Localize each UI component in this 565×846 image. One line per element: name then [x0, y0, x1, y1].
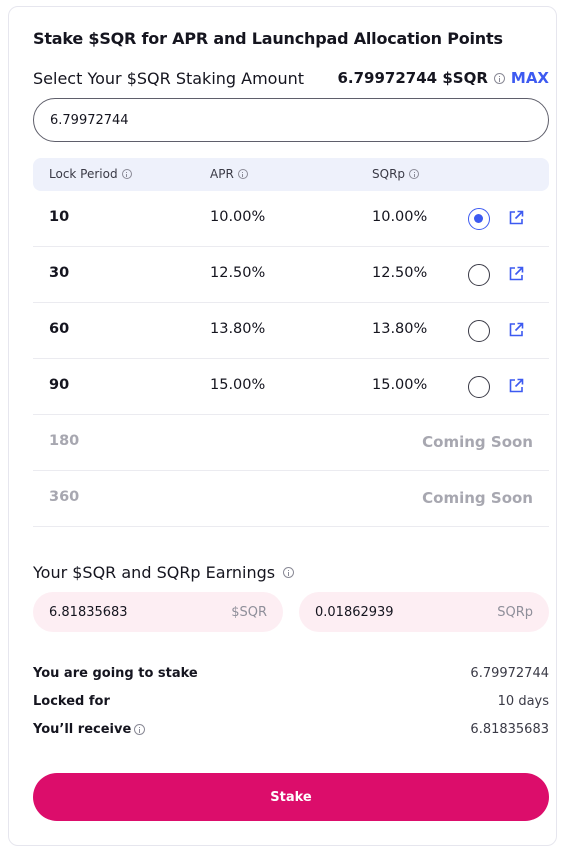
info-icon[interactable] [283, 567, 295, 578]
summary-stake-value: 6.79972744 [470, 666, 549, 681]
lock-period: 10 [49, 209, 70, 225]
lock-option-row-disabled: 360 Coming Soon [33, 471, 549, 527]
lock-option-row[interactable]: 10 10.00% 10.00% [33, 191, 549, 247]
info-icon[interactable] [409, 169, 420, 179]
external-link-icon[interactable] [508, 210, 524, 226]
lock-period: 360 [49, 489, 80, 505]
summary-locked-label: Locked for [33, 694, 110, 709]
earnings-title-text: Your $SQR and SQRp Earnings [33, 563, 276, 582]
lock-option-row[interactable]: 90 15.00% 15.00% [33, 359, 549, 415]
lock-radio-selected[interactable] [468, 208, 490, 230]
card-title: Stake $SQR for APR and Launchpad Allocat… [33, 29, 503, 48]
sqrp-earnings-box: 0.01862939 SQRp [299, 592, 549, 632]
summary-receive-row: You’ll receive 6.81835683 [33, 722, 549, 742]
lock-period: 180 [49, 433, 80, 449]
apr-value: 15.00% [210, 377, 266, 393]
lock-option-row[interactable]: 60 13.80% 13.80% [33, 303, 549, 359]
header-sqrp: SQRp [372, 167, 420, 181]
lock-table-header: Lock Period APR SQRp [33, 158, 549, 191]
sqrp-earnings-value: 0.01862939 [315, 604, 394, 620]
lock-radio[interactable] [468, 376, 490, 398]
lock-period: 90 [49, 377, 70, 393]
wallet-balance: 6.79972744 $SQR [337, 69, 488, 87]
sqrp-value: 10.00% [372, 209, 428, 225]
lock-option-row-disabled: 180 Coming Soon [33, 415, 549, 471]
summary-receive-value: 6.81835683 [470, 722, 549, 737]
lock-period: 30 [49, 265, 70, 281]
header-lock-period: Lock Period [49, 167, 132, 181]
sqrp-earnings-unit: SQRp [497, 604, 533, 620]
amount-header: Select Your $SQR Staking Amount 6.799727… [33, 69, 549, 91]
apr-value: 13.80% [210, 321, 266, 337]
header-label: SQRp [372, 167, 406, 181]
info-icon[interactable] [237, 169, 248, 179]
sqr-earnings-box: 6.81835683 $SQR [33, 592, 283, 632]
summary-locked-value: 10 days [497, 694, 549, 709]
info-icon[interactable] [134, 724, 146, 735]
apr-value: 12.50% [210, 265, 266, 281]
summary-locked-row: Locked for 10 days [33, 694, 549, 714]
header-label: APR [210, 167, 234, 181]
external-link-icon[interactable] [508, 322, 524, 338]
summary-receive-text: You’ll receive [33, 722, 132, 737]
sqrp-value: 12.50% [372, 265, 428, 281]
sqr-earnings-value: 6.81835683 [49, 604, 128, 620]
amount-label: Select Your $SQR Staking Amount [33, 69, 305, 88]
lock-radio[interactable] [468, 320, 490, 342]
balance-group: 6.79972744 $SQR MAX [337, 69, 549, 87]
coming-soon-label: Coming Soon [422, 433, 533, 451]
stake-amount-input[interactable] [33, 98, 549, 142]
summary-stake-row: You are going to stake 6.79972744 [33, 666, 549, 686]
max-button[interactable]: MAX [511, 69, 549, 87]
earnings-title: Your $SQR and SQRp Earnings [33, 563, 295, 582]
external-link-icon[interactable] [508, 266, 524, 282]
header-apr: APR [210, 167, 248, 181]
sqrp-value: 15.00% [372, 377, 428, 393]
staking-card: Stake $SQR for APR and Launchpad Allocat… [8, 6, 557, 846]
sqrp-value: 13.80% [372, 321, 428, 337]
external-link-icon[interactable] [508, 378, 524, 394]
lock-option-row[interactable]: 30 12.50% 12.50% [33, 247, 549, 303]
summary-receive-label: You’ll receive [33, 722, 146, 737]
sqr-earnings-unit: $SQR [231, 604, 267, 620]
stake-button[interactable]: Stake [33, 773, 549, 821]
info-icon[interactable] [121, 169, 132, 179]
apr-value: 10.00% [210, 209, 266, 225]
lock-period: 60 [49, 321, 70, 337]
header-label: Lock Period [49, 167, 118, 181]
summary-stake-label: You are going to stake [33, 666, 198, 681]
lock-radio[interactable] [468, 264, 490, 286]
coming-soon-label: Coming Soon [422, 489, 533, 507]
info-icon[interactable] [493, 72, 505, 84]
